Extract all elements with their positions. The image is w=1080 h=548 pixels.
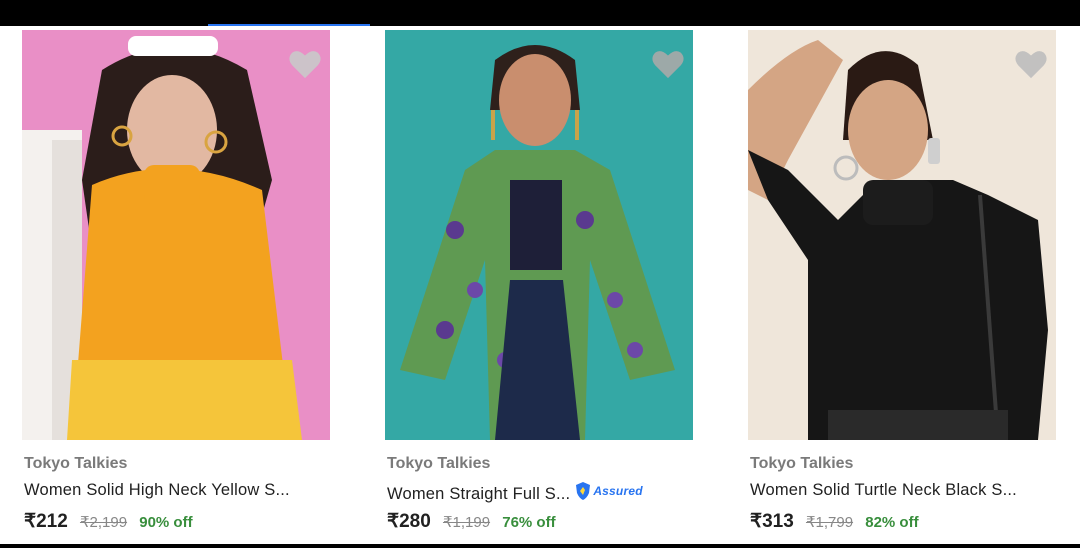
product-image[interactable] bbox=[748, 30, 1056, 440]
product-title[interactable]: Women Solid High Neck Yellow S... bbox=[24, 481, 290, 500]
selling-price: ₹212 bbox=[24, 511, 68, 532]
model-floral-shrug-photo bbox=[385, 30, 693, 440]
assured-label: Assured bbox=[593, 484, 643, 498]
product-card[interactable]: Tokyo Talkies Women Solid High Neck Yell… bbox=[22, 30, 330, 532]
product-brand: Tokyo Talkies bbox=[24, 455, 128, 472]
selling-price: ₹313 bbox=[750, 511, 794, 532]
product-grid: Tokyo Talkies Women Solid High Neck Yell… bbox=[0, 26, 1080, 544]
wishlist-heart-icon[interactable] bbox=[651, 48, 685, 80]
product-title[interactable]: Women Solid Turtle Neck Black S... bbox=[750, 481, 1017, 500]
top-bar bbox=[0, 0, 1080, 27]
assured-shield-icon bbox=[576, 482, 591, 500]
discount-label: 82% off bbox=[865, 514, 919, 531]
original-price: ₹1,199 bbox=[442, 514, 491, 531]
product-card[interactable]: Tokyo Talkies Women Solid Turtle Neck Bl… bbox=[748, 30, 1056, 532]
wishlist-heart-icon[interactable] bbox=[288, 48, 322, 80]
selling-price: ₹280 bbox=[387, 511, 431, 532]
discount-label: 76% off bbox=[502, 514, 556, 531]
product-title[interactable]: Women Straight Full S... Assured bbox=[387, 481, 643, 504]
original-price: ₹1,799 bbox=[805, 514, 854, 531]
original-price: ₹2,199 bbox=[79, 514, 128, 531]
price-row: ₹212 ₹2,199 90% off bbox=[24, 510, 193, 533]
product-title-text: Women Straight Full S... bbox=[387, 485, 571, 503]
model-black-turtleneck-photo bbox=[748, 30, 1056, 440]
product-image[interactable] bbox=[385, 30, 693, 440]
price-row: ₹280 ₹1,199 76% off bbox=[387, 510, 556, 533]
wishlist-heart-icon[interactable] bbox=[1014, 48, 1048, 80]
product-brand: Tokyo Talkies bbox=[387, 455, 491, 472]
bottom-bar bbox=[0, 544, 1080, 548]
product-brand: Tokyo Talkies bbox=[750, 455, 854, 472]
discount-label: 90% off bbox=[139, 514, 193, 531]
product-image[interactable] bbox=[22, 30, 330, 440]
price-row: ₹313 ₹1,799 82% off bbox=[750, 510, 919, 533]
model-yellow-sweater-photo bbox=[22, 30, 330, 440]
assured-badge: Assured bbox=[574, 481, 643, 501]
product-card[interactable]: Tokyo Talkies Women Straight Full S... As… bbox=[385, 30, 693, 532]
